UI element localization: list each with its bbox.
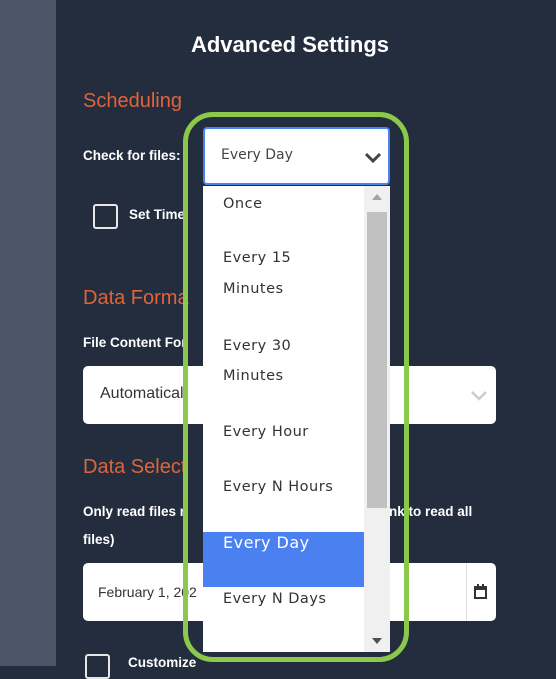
check-for-files-label: Check for files: bbox=[83, 148, 181, 163]
chevron-down-icon bbox=[471, 391, 487, 401]
data-selection-desc-line2: files) bbox=[83, 532, 115, 547]
left-sidebar-strip bbox=[0, 0, 56, 666]
scheduling-heading: Scheduling bbox=[83, 90, 182, 112]
set-time-checkbox[interactable] bbox=[93, 204, 118, 229]
file-content-format-value: Automaticall bbox=[100, 385, 188, 402]
data-selection-desc: Only read files r bbox=[83, 504, 186, 519]
data-format-heading: Data Forma bbox=[83, 287, 189, 309]
calendar-icon[interactable] bbox=[474, 584, 487, 599]
customize-label: Customize bbox=[128, 655, 197, 670]
data-selection-heading: Data Select bbox=[83, 456, 187, 478]
customize-checkbox[interactable] bbox=[85, 654, 110, 679]
highlight-outline bbox=[183, 112, 409, 662]
set-time-label: Set Time bbox=[129, 207, 186, 222]
page-title: Advanced Settings bbox=[190, 32, 390, 57]
divider bbox=[466, 563, 467, 621]
file-content-format-label: File Content For bbox=[83, 335, 187, 350]
